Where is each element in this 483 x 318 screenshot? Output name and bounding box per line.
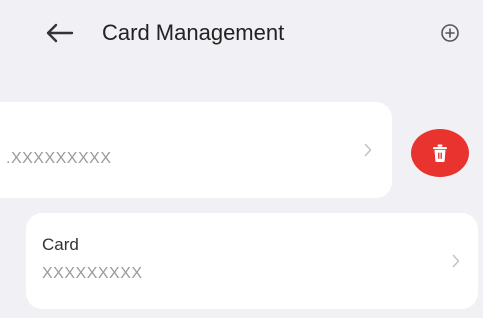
page-title: Card Management bbox=[102, 20, 285, 45]
arrow-left-icon bbox=[46, 23, 74, 43]
add-card-button[interactable] bbox=[438, 21, 462, 45]
card-name: Card bbox=[42, 235, 79, 254]
card-item[interactable]: Card XXXXXXXXX bbox=[26, 213, 478, 309]
app-header: Card Management bbox=[0, 0, 483, 70]
delete-card-button[interactable] bbox=[411, 129, 469, 177]
plus-circle-icon bbox=[441, 24, 459, 42]
card-number: XXXXXXXXX bbox=[42, 265, 143, 282]
trash-icon bbox=[433, 144, 447, 162]
card-number: .XXXXXXXXX bbox=[6, 150, 112, 167]
card-item[interactable]: .XXXXXXXXX bbox=[0, 102, 392, 198]
chevron-right-icon bbox=[362, 142, 374, 158]
chevron-right-icon bbox=[450, 253, 462, 269]
back-button[interactable] bbox=[42, 18, 76, 48]
